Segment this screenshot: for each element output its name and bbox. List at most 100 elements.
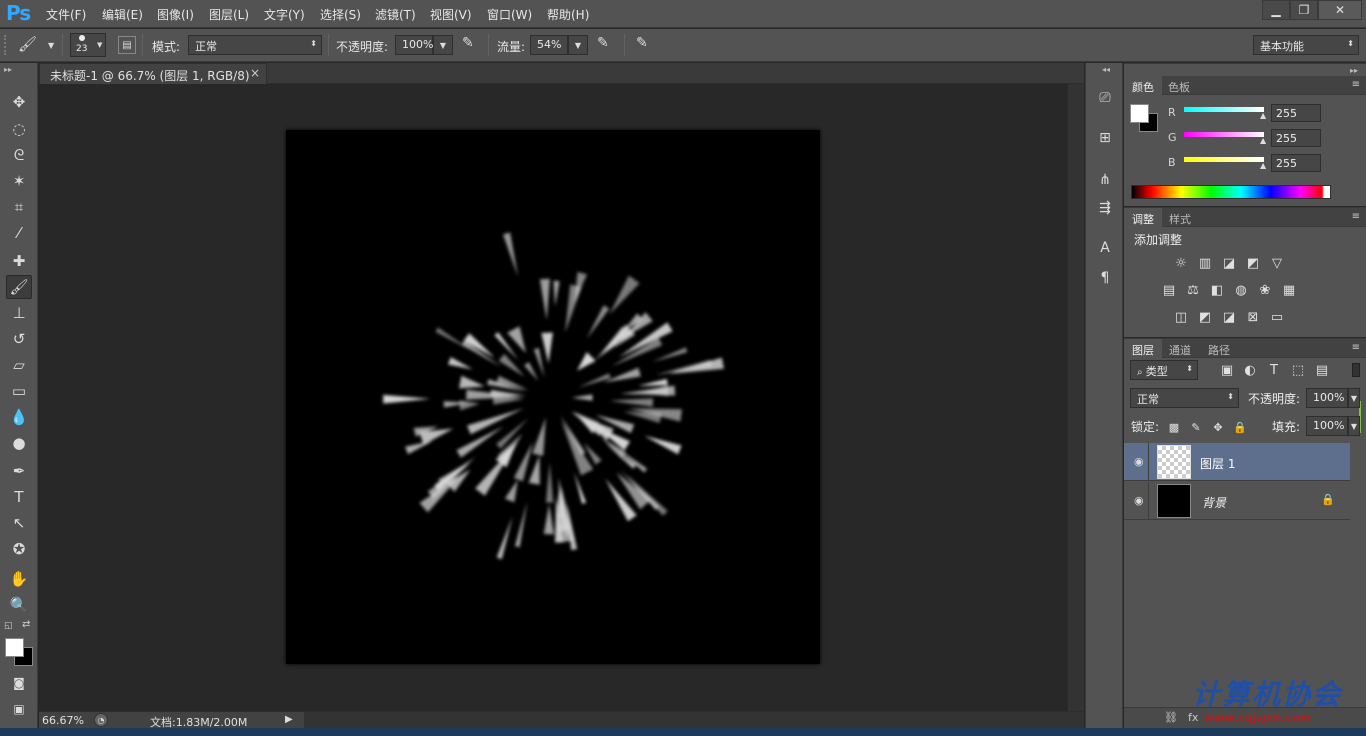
pen-tool-icon[interactable]: ✒ <box>6 459 32 483</box>
green-value-input[interactable]: 255 <box>1271 129 1321 147</box>
menu-select[interactable]: 选择(S) <box>320 6 361 23</box>
pressure-opacity-icon[interactable]: ✎ <box>462 35 474 51</box>
tab-layers[interactable]: 图层 <box>1124 339 1162 358</box>
threshold-icon[interactable]: ◪ <box>1220 309 1238 325</box>
filter-toggle-switch[interactable] <box>1352 363 1360 377</box>
layer-filter-dropdown[interactable]: ⌕ 类型 ⬍ <box>1130 360 1198 380</box>
workspace-dropdown[interactable]: 基本功能 ⬍ <box>1253 35 1359 55</box>
selective-color-icon[interactable]: ⊠ <box>1244 309 1262 325</box>
tab-styles[interactable]: 样式 <box>1161 208 1199 227</box>
layer-opacity-dropdown-button[interactable]: ▼ <box>1348 388 1360 408</box>
link-layers-icon[interactable]: ⛓ <box>1164 711 1178 724</box>
menu-edit[interactable]: 编辑(E) <box>102 6 143 23</box>
crop-tool-icon[interactable]: ⌗ <box>6 195 32 219</box>
menu-file[interactable]: 文件(F) <box>46 6 86 23</box>
document-canvas[interactable] <box>286 130 820 664</box>
airbrush-icon[interactable]: ✎ <box>597 35 609 51</box>
filter-adjustment-layers-icon[interactable]: ◐ <box>1241 362 1259 378</box>
history-brush-tool-icon[interactable]: ↺ <box>6 327 32 351</box>
filter-type-layers-icon[interactable]: T <box>1265 362 1283 378</box>
collapse-toolbox-icon[interactable]: ▸▸ <box>4 65 12 74</box>
clone-source-panel-icon[interactable]: ⇶ <box>1094 197 1116 219</box>
default-colors-icon[interactable]: ◱ <box>4 621 13 631</box>
color-spectrum-ramp[interactable] <box>1131 185 1331 199</box>
collapse-panels-icon[interactable]: ▸▸ <box>1350 66 1358 75</box>
menu-filter[interactable]: 滤镜(T) <box>375 6 416 23</box>
menu-layer[interactable]: 图层(L) <box>209 6 249 23</box>
tab-color[interactable]: 颜色 <box>1124 76 1162 95</box>
layer-row-layer-1[interactable]: ◉ 图层 1 <box>1124 443 1350 481</box>
opacity-input[interactable]: 100% <box>395 35 433 55</box>
lock-all-icon[interactable]: 🔒 <box>1231 419 1249 435</box>
quick-mask-icon[interactable]: ◙ <box>6 671 32 695</box>
layer-row-background[interactable]: ◉ 背景 🔒 <box>1124 482 1350 520</box>
levels-icon[interactable]: ▥ <box>1196 255 1214 271</box>
color-balance-icon[interactable]: ⚖ <box>1184 282 1202 298</box>
brush-panel-toggle-icon[interactable]: ▤ <box>118 36 136 54</box>
exposure-icon[interactable]: ◩ <box>1244 255 1262 271</box>
tab-channels[interactable]: 通道 <box>1161 339 1199 358</box>
tab-paths[interactable]: 路径 <box>1200 339 1238 358</box>
move-tool-icon[interactable]: ✥ <box>6 90 32 114</box>
custom-shape-tool-icon[interactable]: ✪ <box>6 537 32 561</box>
fill-dropdown-button[interactable]: ▼ <box>1348 416 1360 436</box>
flow-input[interactable]: 54% <box>530 35 568 55</box>
opacity-dropdown-button[interactable]: ▼ <box>433 35 453 55</box>
blend-mode-dropdown[interactable]: 正常 ⬍ <box>1130 388 1239 408</box>
dodge-tool-icon[interactable]: ● <box>6 431 32 455</box>
mode-dropdown[interactable]: 正常 ⬍ <box>188 35 322 55</box>
fill-input[interactable]: 100% <box>1306 416 1348 436</box>
panel-foreground-swatch[interactable] <box>1130 104 1149 123</box>
layer-name[interactable]: 背景 <box>1202 494 1226 511</box>
history-panel-icon[interactable]: ⎚ <box>1094 87 1116 109</box>
screen-mode-icon[interactable]: ▣ <box>6 697 32 721</box>
tab-swatches[interactable]: 色板 <box>1160 76 1198 95</box>
document-tab[interactable]: 未标题-1 @ 66.7% (图层 1, RGB/8) * × <box>39 63 267 98</box>
zoom-tool-icon[interactable]: 🔍 <box>6 593 32 617</box>
restore-button[interactable]: ❐ <box>1290 0 1318 20</box>
status-options-icon[interactable]: ◔ <box>94 713 108 727</box>
filter-pixel-layers-icon[interactable]: ▣ <box>1218 362 1236 378</box>
paragraph-panel-icon[interactable]: ¶ <box>1094 267 1116 289</box>
curves-icon[interactable]: ◪ <box>1220 255 1238 271</box>
foreground-color-swatch[interactable] <box>5 638 24 657</box>
zoom-level[interactable]: 66.67% <box>42 714 84 727</box>
expand-dock-icon[interactable]: ◂◂ <box>1102 65 1110 74</box>
black-white-icon[interactable]: ◧ <box>1208 282 1226 298</box>
menu-type[interactable]: 文字(Y) <box>264 6 305 23</box>
flow-dropdown-button[interactable]: ▼ <box>568 35 588 55</box>
close-tab-button[interactable]: × <box>250 66 260 80</box>
eraser-tool-icon[interactable]: ▱ <box>6 353 32 377</box>
red-value-input[interactable]: 255 <box>1271 104 1321 122</box>
type-tool-icon[interactable]: T <box>6 485 32 509</box>
blue-slider[interactable] <box>1184 157 1264 162</box>
red-slider[interactable] <box>1184 107 1264 112</box>
slider-handle-icon[interactable]: ▲ <box>1260 161 1266 170</box>
slider-handle-icon[interactable]: ▲ <box>1260 136 1266 145</box>
slider-handle-icon[interactable]: ▲ <box>1260 111 1266 120</box>
invert-icon[interactable]: ◫ <box>1172 309 1190 325</box>
lock-transparency-icon[interactable]: ▩ <box>1165 419 1183 435</box>
gradient-map-icon[interactable]: ▭ <box>1268 309 1286 325</box>
lock-position-icon[interactable]: ✥ <box>1209 419 1227 435</box>
character-panel-icon[interactable]: A <box>1094 237 1116 259</box>
green-slider[interactable] <box>1184 132 1264 137</box>
brush-tool-icon[interactable]: 🖌 <box>6 275 32 299</box>
menu-window[interactable]: 窗口(W) <box>487 6 532 23</box>
properties-panel-icon[interactable]: ⊞ <box>1094 127 1116 149</box>
panel-menu-icon[interactable]: ≡ <box>1352 342 1360 353</box>
status-menu-arrow-icon[interactable]: ▶ <box>285 714 293 725</box>
clone-stamp-tool-icon[interactable]: ⊥ <box>6 301 32 325</box>
posterize-icon[interactable]: ◩ <box>1196 309 1214 325</box>
brush-preset-picker[interactable]: 23 ▼ <box>70 33 106 57</box>
lock-pixels-icon[interactable]: ✎ <box>1187 419 1205 435</box>
gradient-tool-icon[interactable]: ▭ <box>6 379 32 403</box>
menu-help[interactable]: 帮助(H) <box>547 6 589 23</box>
blue-value-input[interactable]: 255 <box>1271 154 1321 172</box>
layer-name[interactable]: 图层 1 <box>1200 455 1235 472</box>
lasso-tool-icon[interactable]: ᘓ <box>6 143 32 167</box>
minimize-button[interactable]: ▁ <box>1262 0 1290 20</box>
vibrance-icon[interactable]: ▽ <box>1268 255 1286 271</box>
color-lookup-icon[interactable]: ▦ <box>1280 282 1298 298</box>
menu-image[interactable]: 图像(I) <box>157 6 194 23</box>
